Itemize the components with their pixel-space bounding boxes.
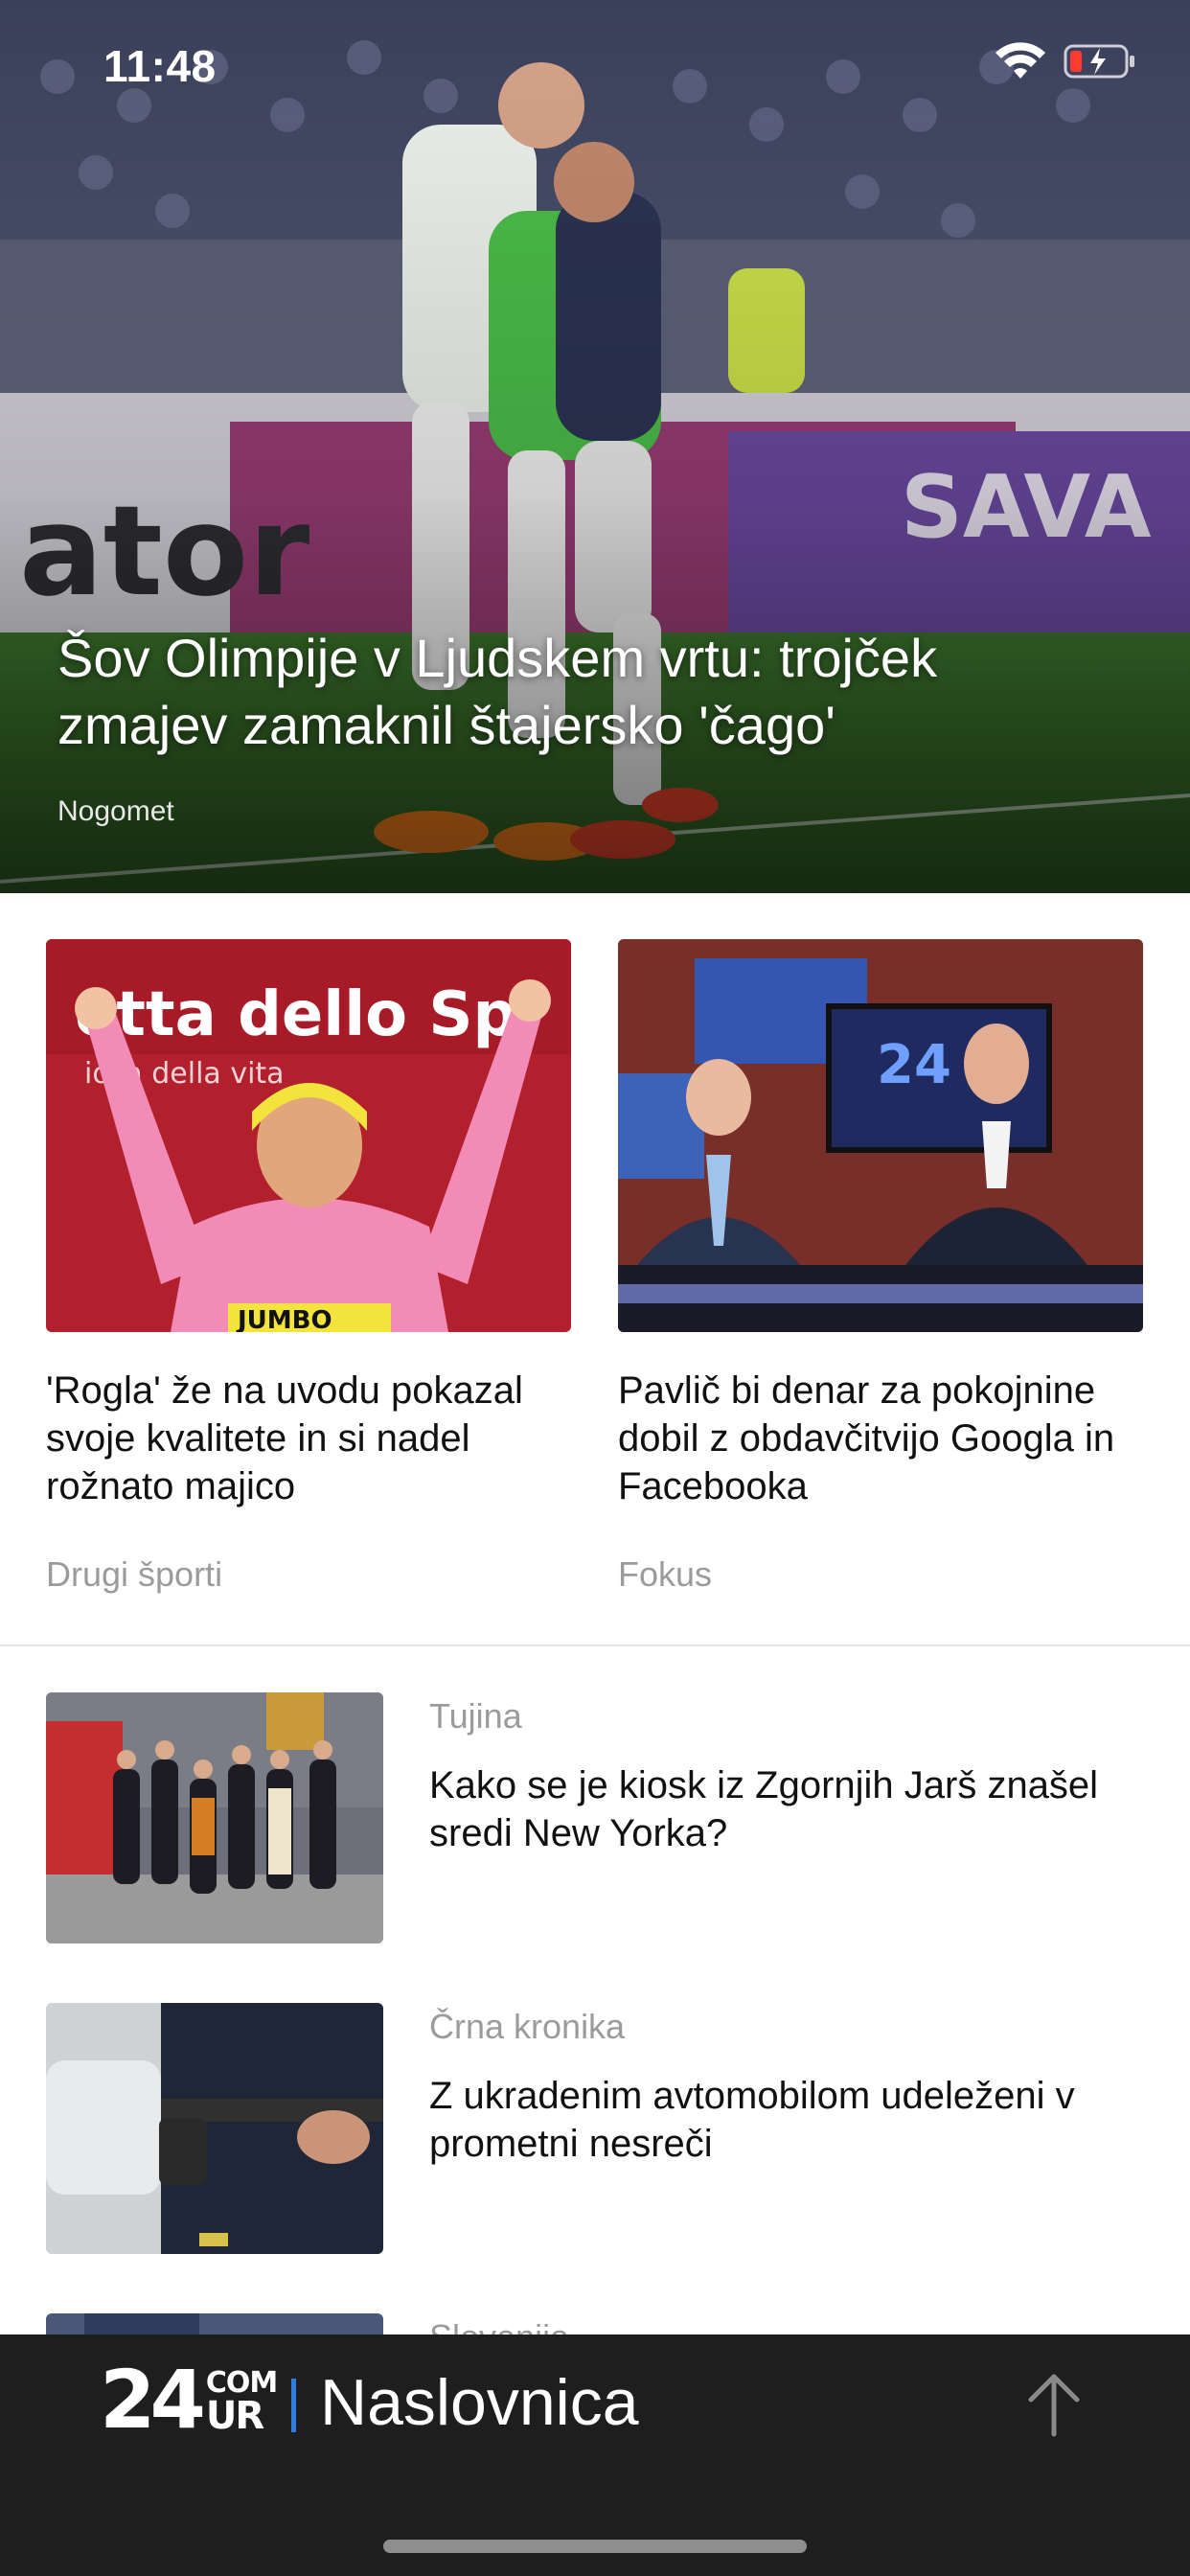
article-title[interactable]: 'Rogla' že na uvodu pokazal svoje kvalit…: [46, 1367, 571, 1510]
article-category: Tujina: [429, 1696, 522, 1736]
logo-number: 24: [100, 2353, 206, 2447]
site-logo[interactable]: 24 COM UR: [100, 2353, 278, 2447]
hero-category: Nogomet: [57, 795, 174, 827]
article-title[interactable]: Z ukradenim avtomobilom udeleženi v prom…: [429, 2072, 1119, 2168]
wifi-icon: [995, 42, 1045, 79]
hero-image: ator SAVA: [0, 0, 1190, 893]
article-thumbnail: [46, 2003, 383, 2254]
article-title[interactable]: Pavlič bi denar za pokojnine dobil z obd…: [618, 1367, 1143, 1510]
hero-title[interactable]: Šov Olimpije v Ljudskem vrtu: trojček zm…: [57, 625, 1111, 759]
article-category: Fokus: [618, 1554, 713, 1594]
list-item[interactable]: Tujina Kako se je kiosk iz Zgornjih Jarš…: [46, 1692, 1148, 1944]
article-card[interactable]: etta dello Sp iosa della vita JUMBO 'Rog…: [46, 939, 571, 1594]
arrow-up-icon[interactable]: [1025, 2371, 1083, 2438]
logo-ur: UR: [205, 2394, 264, 2438]
status-icons: [995, 42, 1136, 80]
svg-text:JUMBO: JUMBO: [236, 1306, 332, 1332]
article-category: Črna kronika: [429, 2007, 626, 2046]
article-thumbnail: [46, 1692, 383, 1944]
status-bar: 11:48: [0, 0, 1190, 126]
hero-article[interactable]: ator SAVA 11:48: [0, 0, 1190, 893]
svg-text:24: 24: [877, 1034, 951, 1096]
battery-charging-icon: [1064, 44, 1134, 79]
list-item[interactable]: Črna kronika Z ukradenim avtomobilom ude…: [46, 2003, 1148, 2254]
article-image: 24: [618, 939, 1143, 1332]
svg-text:etta dello Sp: etta dello Sp: [75, 979, 516, 1050]
section-title: Naslovnica: [320, 2366, 639, 2439]
section-divider: [0, 1644, 1190, 1646]
article-title[interactable]: Kako se je kiosk iz Zgornjih Jarš znašel…: [429, 1761, 1119, 1857]
logo-text: COM UR: [205, 2367, 278, 2438]
article-card[interactable]: 24 Pavlič bi denar za pokojnine dobil z …: [618, 939, 1143, 1594]
logo-separator: [291, 2379, 296, 2432]
status-time: 11:48: [103, 41, 217, 91]
article-image: etta dello Sp iosa della vita JUMBO: [46, 939, 571, 1332]
article-category: Drugi športi: [46, 1554, 223, 1594]
home-indicator[interactable]: [383, 2540, 807, 2553]
